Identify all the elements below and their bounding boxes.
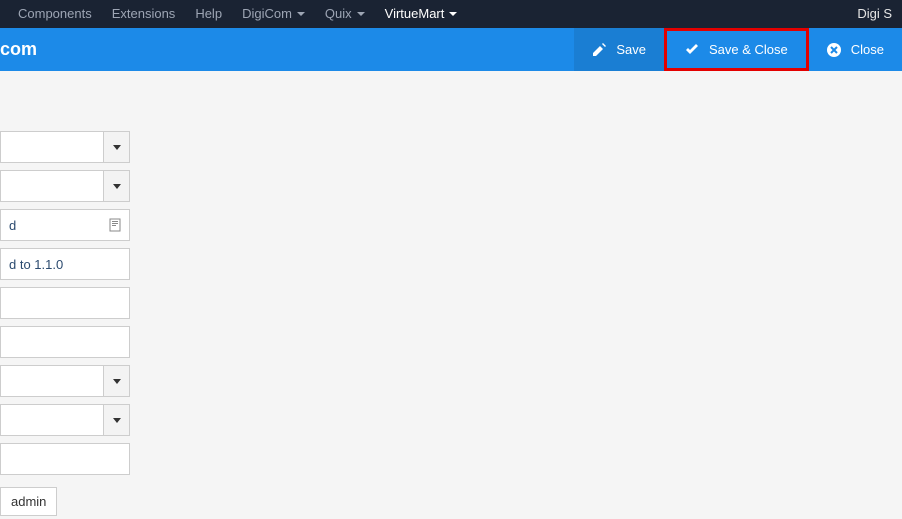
top-navbar: Components Extensions Help DigiCom Quix … xyxy=(0,0,902,28)
admin-chip[interactable]: admin xyxy=(0,487,57,516)
chevron-down-icon xyxy=(113,418,121,423)
field-row-2 xyxy=(0,170,130,202)
form-icon xyxy=(109,218,121,232)
admin-chip-row: admin xyxy=(0,482,130,516)
chevron-down-icon xyxy=(357,12,365,16)
field-row-1 xyxy=(0,131,130,163)
chevron-down-icon xyxy=(113,145,121,150)
select-7[interactable] xyxy=(0,365,103,397)
select-8[interactable] xyxy=(0,404,103,436)
select-1-toggle[interactable] xyxy=(103,131,130,163)
save-close-label: Save & Close xyxy=(709,42,788,57)
nav-extensions[interactable]: Extensions xyxy=(102,0,186,28)
select-8-toggle[interactable] xyxy=(103,404,130,436)
nav-quix[interactable]: Quix xyxy=(315,0,375,28)
save-button[interactable]: Save xyxy=(574,28,664,71)
field-row-4: d to 1.1.0 xyxy=(0,248,130,280)
nav-quix-label: Quix xyxy=(325,0,352,28)
field-row-7 xyxy=(0,365,130,397)
page-title: com xyxy=(0,39,37,60)
nav-digicom-label: DigiCom xyxy=(242,0,292,28)
chevron-down-icon xyxy=(449,12,457,16)
input-3[interactable]: d xyxy=(0,209,130,241)
edit-icon xyxy=(592,43,606,57)
select-2[interactable] xyxy=(0,170,103,202)
nav-right-text: Digi S xyxy=(847,0,902,28)
nav-digicom[interactable]: DigiCom xyxy=(232,0,315,28)
input-4-value: d to 1.1.0 xyxy=(9,257,63,272)
nav-virtuemart-label: VirtueMart xyxy=(385,0,445,28)
select-7-toggle[interactable] xyxy=(103,365,130,397)
close-button[interactable]: Close xyxy=(809,28,902,71)
select-2-toggle[interactable] xyxy=(103,170,130,202)
chevron-down-icon xyxy=(297,12,305,16)
close-icon xyxy=(827,43,841,57)
check-icon xyxy=(685,43,699,57)
input-9[interactable] xyxy=(0,443,130,475)
input-4[interactable]: d to 1.1.0 xyxy=(0,248,130,280)
nav-help[interactable]: Help xyxy=(185,0,232,28)
nav-components[interactable]: Components xyxy=(8,0,102,28)
save-label: Save xyxy=(616,42,646,57)
select-1[interactable] xyxy=(0,131,103,163)
chevron-down-icon xyxy=(113,379,121,384)
input-5[interactable] xyxy=(0,287,130,319)
form-area: d d to 1.1.0 admin xyxy=(0,71,130,516)
input-3-value: d xyxy=(9,218,16,233)
field-row-3: d xyxy=(0,209,130,241)
field-row-5 xyxy=(0,287,130,319)
nav-virtuemart[interactable]: VirtueMart xyxy=(375,0,468,28)
action-bar: com Save Save & Close Close xyxy=(0,28,902,71)
action-buttons: Save Save & Close Close xyxy=(574,28,902,71)
field-row-6 xyxy=(0,326,130,358)
close-label: Close xyxy=(851,42,884,57)
field-row-8 xyxy=(0,404,130,436)
save-close-button[interactable]: Save & Close xyxy=(667,31,806,68)
field-row-9 xyxy=(0,443,130,475)
save-close-highlight: Save & Close xyxy=(664,28,809,71)
input-6[interactable] xyxy=(0,326,130,358)
chevron-down-icon xyxy=(113,184,121,189)
